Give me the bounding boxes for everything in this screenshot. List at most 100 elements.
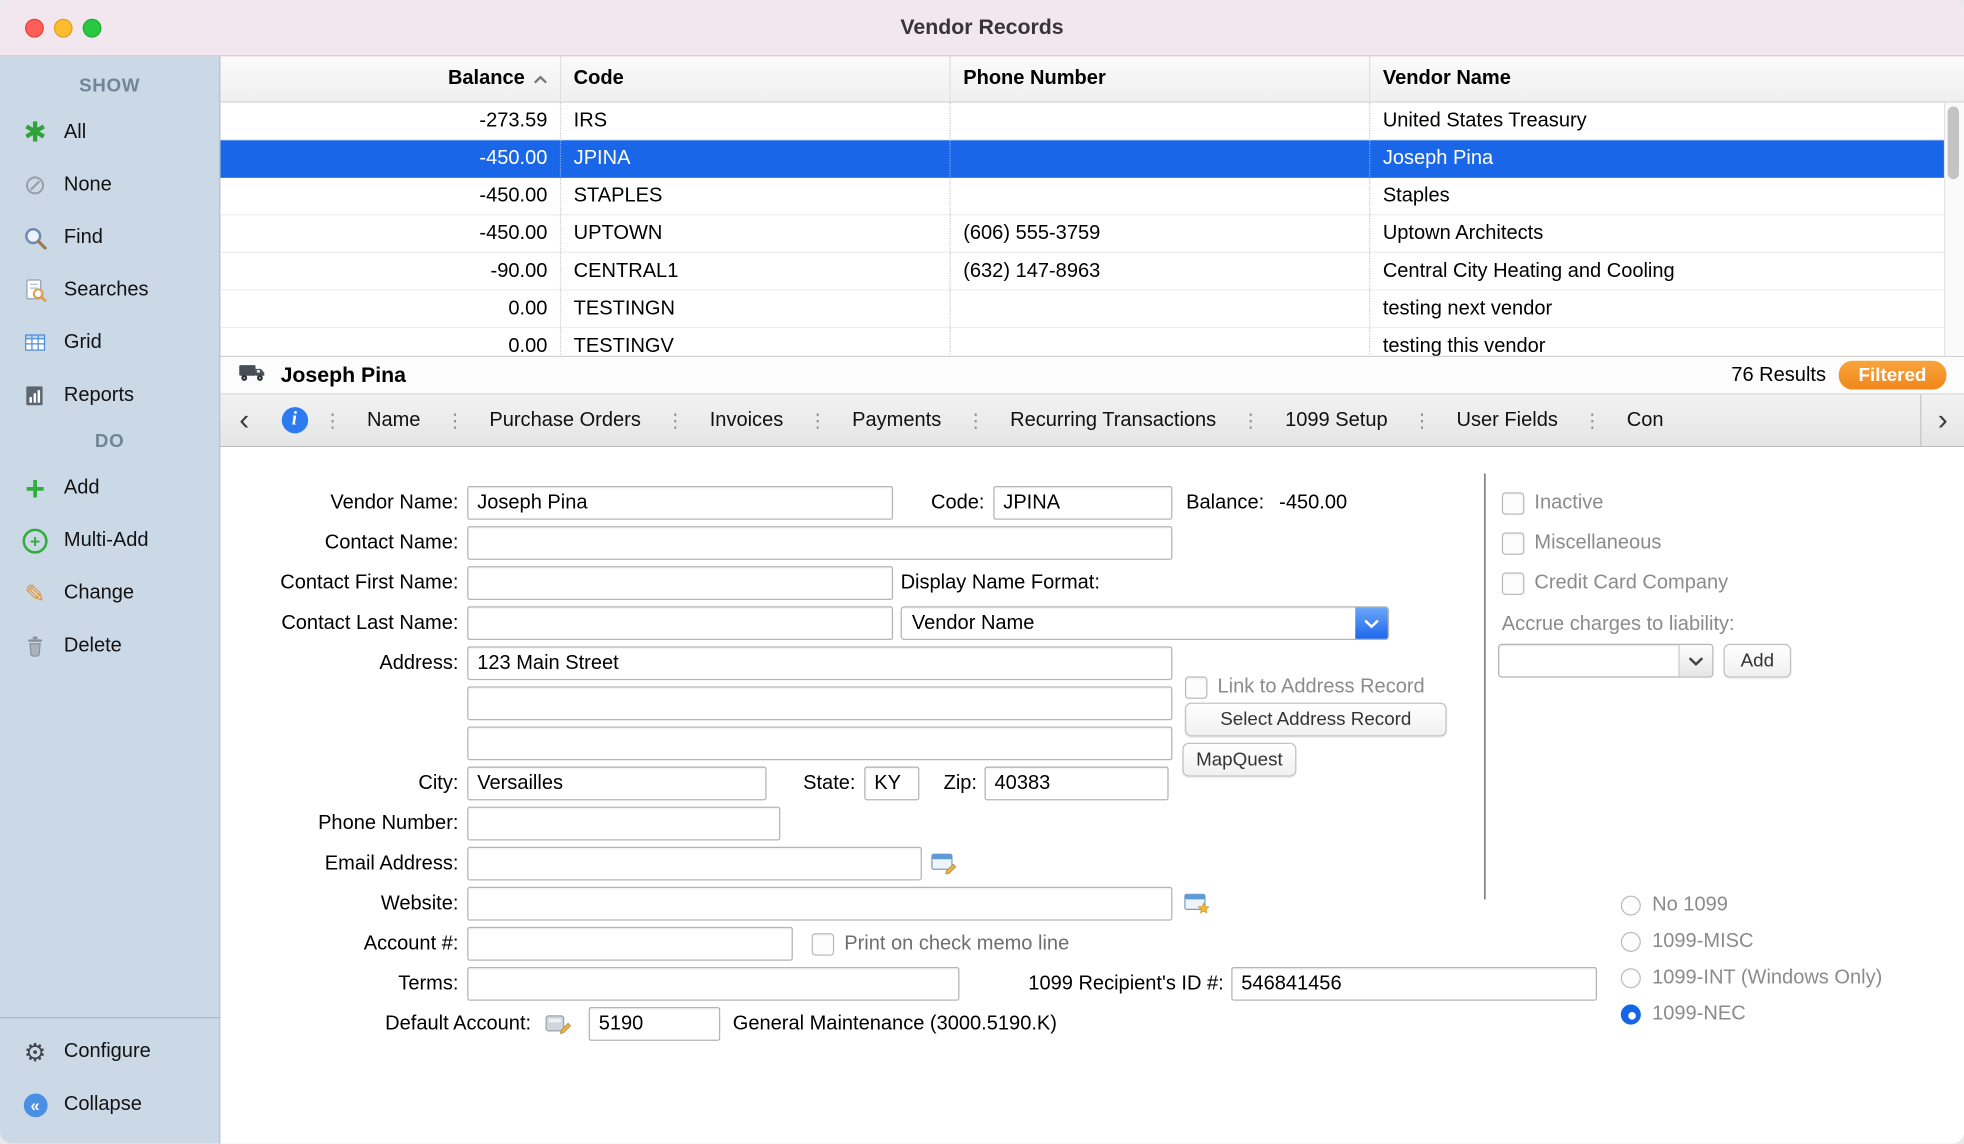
compose-email-icon[interactable] bbox=[929, 850, 959, 875]
terms-input[interactable] bbox=[467, 967, 959, 1001]
close-window-button[interactable] bbox=[25, 18, 44, 37]
liability-account-dropdown[interactable] bbox=[1498, 644, 1713, 678]
open-website-icon[interactable] bbox=[1182, 891, 1212, 916]
email-address-input[interactable] bbox=[467, 847, 922, 881]
state-input[interactable] bbox=[864, 767, 919, 801]
tab-user-fields[interactable]: User Fields bbox=[1434, 409, 1580, 432]
inactive-checkbox[interactable]: Inactive bbox=[1502, 486, 1604, 520]
cell-vendor-name: Staples bbox=[1370, 178, 1964, 214]
cell-phone: (632) 147-8963 bbox=[951, 253, 1371, 289]
tab-contacts-truncated[interactable]: Con bbox=[1604, 409, 1686, 432]
sidebar-item-label: All bbox=[64, 121, 86, 144]
column-header-balance[interactable]: Balance bbox=[220, 56, 561, 101]
column-header-code[interactable]: Code bbox=[561, 56, 951, 101]
sidebar-item-searches[interactable]: Searches bbox=[0, 264, 219, 317]
contact-last-name-input[interactable] bbox=[467, 606, 893, 640]
address-line2-input[interactable] bbox=[467, 686, 1172, 720]
vertical-scrollbar[interactable] bbox=[1944, 103, 1964, 356]
tabs-scroll-left-button[interactable]: ‹ bbox=[220, 398, 268, 443]
account-number-input[interactable] bbox=[467, 927, 793, 961]
zoom-window-button[interactable] bbox=[83, 18, 102, 37]
minimize-window-button[interactable] bbox=[54, 18, 73, 37]
tab-invoices[interactable]: Invoices bbox=[687, 409, 806, 432]
cell-code: TESTINGV bbox=[561, 328, 951, 357]
sidebar-item-find[interactable]: Find bbox=[0, 212, 219, 265]
sidebar-item-reports[interactable]: Reports bbox=[0, 370, 219, 423]
table-row[interactable]: 0.00 TESTINGV testing this vendor bbox=[220, 328, 1964, 357]
radio-circle-selected[interactable] bbox=[1621, 1005, 1641, 1025]
table-row[interactable]: -90.00 CENTRAL1 (632) 147-8963 Central C… bbox=[220, 253, 1964, 291]
column-header-phone[interactable]: Phone Number bbox=[951, 56, 1371, 101]
add-liability-button[interactable]: Add bbox=[1724, 644, 1792, 678]
checkbox-box[interactable] bbox=[1502, 532, 1525, 555]
default-account-input[interactable] bbox=[589, 1007, 721, 1041]
trash-icon bbox=[20, 631, 50, 661]
radio-circle[interactable] bbox=[1621, 968, 1641, 988]
address-line3-input[interactable] bbox=[467, 726, 1172, 760]
account-lookup-icon[interactable] bbox=[544, 1011, 574, 1036]
credit-card-company-checkbox[interactable]: Credit Card Company bbox=[1502, 566, 1728, 600]
cell-vendor-name: testing next vendor bbox=[1370, 291, 1964, 327]
table-row[interactable]: -450.00 STAPLES Staples bbox=[220, 178, 1964, 216]
radio-circle[interactable] bbox=[1621, 896, 1641, 916]
radio-1099-misc[interactable]: 1099-MISC bbox=[1621, 926, 1754, 959]
sidebar-item-configure[interactable]: ⚙ Configure bbox=[0, 1026, 219, 1079]
sidebar-item-all[interactable]: ✱ All bbox=[0, 106, 219, 159]
pencil-icon: ✎ bbox=[20, 579, 50, 609]
info-icon: i bbox=[281, 407, 307, 433]
sidebar-item-grid[interactable]: Grid bbox=[0, 317, 219, 370]
radio-1099-int[interactable]: 1099-INT (Windows Only) bbox=[1621, 962, 1882, 995]
contact-name-input[interactable] bbox=[467, 526, 1172, 560]
table-row-selected[interactable]: -450.00 JPINA Joseph Pina bbox=[220, 140, 1964, 178]
sidebar-item-multi-add[interactable]: + Multi-Add bbox=[0, 515, 219, 568]
chevron-down-icon[interactable] bbox=[1355, 607, 1388, 638]
accrue-liability-label: Accrue charges to liability: bbox=[1502, 607, 1735, 641]
vendor-name-input[interactable] bbox=[467, 486, 893, 520]
address-line1-input[interactable] bbox=[467, 646, 1172, 680]
tab-payments[interactable]: Payments bbox=[830, 409, 964, 432]
scrollbar-thumb[interactable] bbox=[1948, 106, 1959, 179]
sidebar-item-label: Configure bbox=[64, 1041, 151, 1064]
sidebar-item-add[interactable]: + Add bbox=[0, 462, 219, 515]
zip-input[interactable] bbox=[985, 767, 1169, 801]
table-row[interactable]: 0.00 TESTINGN testing next vendor bbox=[220, 291, 1964, 329]
website-input[interactable] bbox=[467, 887, 1172, 921]
filtered-badge[interactable]: Filtered bbox=[1839, 361, 1947, 390]
sidebar-item-delete[interactable]: Delete bbox=[0, 620, 219, 673]
tab-recurring-transactions[interactable]: Recurring Transactions bbox=[988, 409, 1239, 432]
contact-first-name-input[interactable] bbox=[467, 566, 893, 600]
chevron-down-icon[interactable] bbox=[1678, 645, 1712, 676]
code-input[interactable] bbox=[993, 486, 1172, 520]
table-row[interactable]: -450.00 UPTOWN (606) 555-3759 Uptown Arc… bbox=[220, 215, 1964, 253]
checkbox-box[interactable] bbox=[1502, 572, 1525, 595]
radio-no-1099[interactable]: No 1099 bbox=[1621, 889, 1728, 922]
display-name-format-dropdown[interactable]: Vendor Name bbox=[901, 606, 1389, 640]
city-input[interactable] bbox=[467, 767, 766, 801]
tab-purchase-orders[interactable]: Purchase Orders bbox=[467, 409, 664, 432]
print-memo-checkbox[interactable]: Print on check memo line bbox=[812, 927, 1070, 961]
miscellaneous-checkbox[interactable]: Miscellaneous bbox=[1502, 526, 1662, 560]
select-address-record-button[interactable]: Select Address Record bbox=[1185, 703, 1447, 737]
checkbox-box[interactable] bbox=[1502, 492, 1525, 515]
radio-circle[interactable] bbox=[1621, 932, 1641, 952]
cell-phone: (606) 555-3759 bbox=[951, 215, 1371, 251]
recipient-id-input[interactable] bbox=[1231, 967, 1597, 1001]
sidebar-item-collapse[interactable]: « Collapse bbox=[0, 1078, 219, 1131]
tab-separator: ⋮ bbox=[1239, 409, 1263, 432]
mapquest-button[interactable]: MapQuest bbox=[1182, 743, 1296, 777]
tab-1099-setup[interactable]: 1099 Setup bbox=[1263, 409, 1411, 432]
table-row[interactable]: -273.59 IRS United States Treasury bbox=[220, 103, 1964, 141]
checkbox-box[interactable] bbox=[812, 933, 835, 956]
tabs-scroll-right-button[interactable]: › bbox=[1920, 395, 1964, 446]
cell-vendor-name: testing this vendor bbox=[1370, 328, 1964, 357]
sidebar-item-change[interactable]: ✎ Change bbox=[0, 567, 219, 620]
column-header-vendor-name[interactable]: Vendor Name bbox=[1370, 56, 1964, 101]
sidebar-item-none[interactable]: ⊘ None bbox=[0, 159, 219, 212]
tab-name[interactable]: Name bbox=[344, 409, 443, 432]
phone-number-input[interactable] bbox=[467, 807, 780, 841]
link-address-record-checkbox[interactable]: Link to Address Record bbox=[1185, 670, 1425, 704]
checkbox-label: Link to Address Record bbox=[1217, 676, 1424, 699]
checkbox-box[interactable] bbox=[1185, 676, 1208, 699]
radio-1099-nec-selected[interactable]: 1099-NEC bbox=[1621, 998, 1746, 1031]
tab-record-info[interactable]: i bbox=[268, 407, 321, 433]
